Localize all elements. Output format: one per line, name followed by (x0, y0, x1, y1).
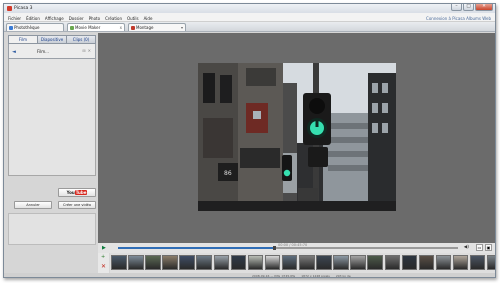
status-size: 293 ko de (335, 274, 351, 278)
cancel-button[interactable]: Annuler (14, 201, 52, 209)
tab-close-icon[interactable]: x (120, 24, 122, 31)
film-thumbnail[interactable] (367, 255, 383, 270)
tab-label: Movie Maker (75, 25, 101, 30)
filmstrip-side-tools: + ✕ (98, 253, 109, 273)
tab-movie-maker[interactable]: Movie Maker x (67, 23, 125, 31)
play-icon[interactable]: ▶ (102, 245, 109, 251)
panel-bottom-area (8, 213, 96, 245)
close-button[interactable]: ✕ (475, 4, 493, 11)
tab-montage[interactable]: Montage ▾ (128, 23, 186, 31)
tab-bar: Photothèque Movie Maker x Montage ▾ (4, 22, 495, 32)
window-title: Picasa 3 (14, 6, 33, 11)
picasa-window: Picasa 3 – □ ✕ Fichier Édition Affichage… (3, 3, 496, 278)
panel-header: ◄ Film... ⊞ ✕ (8, 44, 96, 59)
collage-icon (130, 25, 135, 30)
menu-edition[interactable]: Édition (26, 16, 40, 21)
minimize-button[interactable]: – (451, 4, 462, 11)
sign-in-link[interactable]: Connexion à Picasa Albums Web (426, 16, 491, 21)
film-thumbnail[interactable] (196, 255, 212, 270)
film-thumbnail[interactable] (435, 255, 452, 270)
film-thumbnail[interactable] (264, 255, 281, 270)
video-preview-area: 86 (98, 33, 495, 243)
delete-clip-icon[interactable]: ✕ (101, 263, 106, 270)
menu-dossier[interactable]: Dossier (69, 16, 84, 21)
status-file: 2008-09-16 — IMG_0745.JPG (252, 274, 296, 278)
film-thumbnail[interactable] (128, 255, 144, 270)
youtube-you-text: You (66, 190, 75, 195)
film-thumbnail[interactable] (179, 255, 195, 270)
film-thumbnail[interactable] (316, 255, 332, 270)
film-thumbnail[interactable] (384, 255, 400, 270)
status-bar: 2008-09-16 — IMG_0745.JPG 1872 x 1248 pi… (4, 273, 495, 278)
grid-icon[interactable]: ⊞ (82, 48, 85, 53)
youtube-tube-text: Tube (74, 190, 88, 195)
window-controls: – □ ✕ (451, 4, 493, 11)
library-icon (8, 25, 13, 30)
film-thumbnail[interactable] (145, 255, 161, 270)
tab-clips[interactable]: Clips (0) (66, 35, 96, 44)
film-thumbnail[interactable] (487, 255, 495, 270)
title-bar: Picasa 3 – □ ✕ (4, 4, 495, 13)
picasa-app-icon (7, 6, 12, 11)
status-dimensions: 1872 x 1248 pixels (301, 274, 330, 278)
film-thumbnail[interactable] (281, 255, 298, 270)
film-thumbnail[interactable] (213, 255, 230, 270)
create-video-button[interactable]: Créer une vidéo (58, 201, 96, 209)
tab-dropdown-icon[interactable]: ▾ (181, 24, 183, 31)
menu-outils[interactable]: Outils (127, 16, 139, 21)
film-thumbnail[interactable] (452, 255, 469, 270)
menu-aide[interactable]: Aide (144, 16, 153, 21)
normal-view-icon[interactable]: ▭ (476, 244, 483, 251)
volume-icon[interactable]: ◀) (464, 245, 469, 250)
movie-icon (69, 25, 74, 30)
traffic-light-photo: 86 (198, 63, 396, 211)
film-thumbnail[interactable] (111, 255, 127, 270)
tab-phototheque[interactable]: Photothèque (6, 23, 64, 31)
add-clip-icon[interactable]: + (101, 254, 105, 260)
film-thumbnail[interactable] (350, 255, 366, 270)
back-arrow-icon[interactable]: ◄ (12, 49, 16, 55)
film-thumbnail[interactable] (299, 255, 315, 270)
film-thumbnail[interactable] (333, 255, 349, 270)
menu-bar: Fichier Édition Affichage Dossier Photo … (4, 13, 495, 22)
film-thumbnail[interactable] (247, 255, 264, 270)
seek-progress (118, 247, 275, 249)
time-display: 00:00 / 00:45:70 (278, 243, 308, 247)
tab-diapositive[interactable]: Diapositive (37, 35, 66, 44)
menu-affichage[interactable]: Affichage (45, 16, 64, 21)
film-item-label[interactable]: Film... (37, 49, 49, 54)
film-thumbnail[interactable] (230, 255, 247, 270)
tab-film[interactable]: Film (8, 35, 37, 44)
youtube-upload-button[interactable]: YouTube (58, 188, 96, 197)
film-thumbnail[interactable] (469, 255, 486, 270)
menu-creation[interactable]: Création (105, 16, 122, 21)
menu-photo[interactable]: Photo (89, 16, 100, 21)
fullscreen-icon[interactable]: ▣ (485, 244, 492, 251)
menu-fichier[interactable]: Fichier (8, 16, 21, 21)
seek-handle[interactable] (272, 246, 276, 250)
filmstrip (110, 253, 495, 273)
film-thumbnail[interactable] (162, 255, 178, 270)
svg-text:86: 86 (224, 170, 232, 177)
preview-photo: 86 (198, 63, 396, 211)
seek-bar[interactable] (118, 246, 458, 250)
film-settings-area (8, 59, 96, 176)
film-thumbnail[interactable] (401, 255, 418, 270)
remove-icon[interactable]: ✕ (88, 48, 91, 53)
maximize-button[interactable]: □ (463, 4, 474, 11)
tab-label: Montage (136, 25, 154, 30)
panel-tabs: Film Diapositive Clips (0) (8, 35, 96, 44)
player-controls: ▶ 00:00 / 00:45:70 ◀) ▭ ▣ (98, 243, 495, 253)
film-thumbnail[interactable] (418, 255, 435, 270)
tab-label: Photothèque (14, 25, 40, 30)
movie-left-panel: Film Diapositive Clips (0) ◄ Film... ⊞ ✕… (8, 35, 96, 245)
